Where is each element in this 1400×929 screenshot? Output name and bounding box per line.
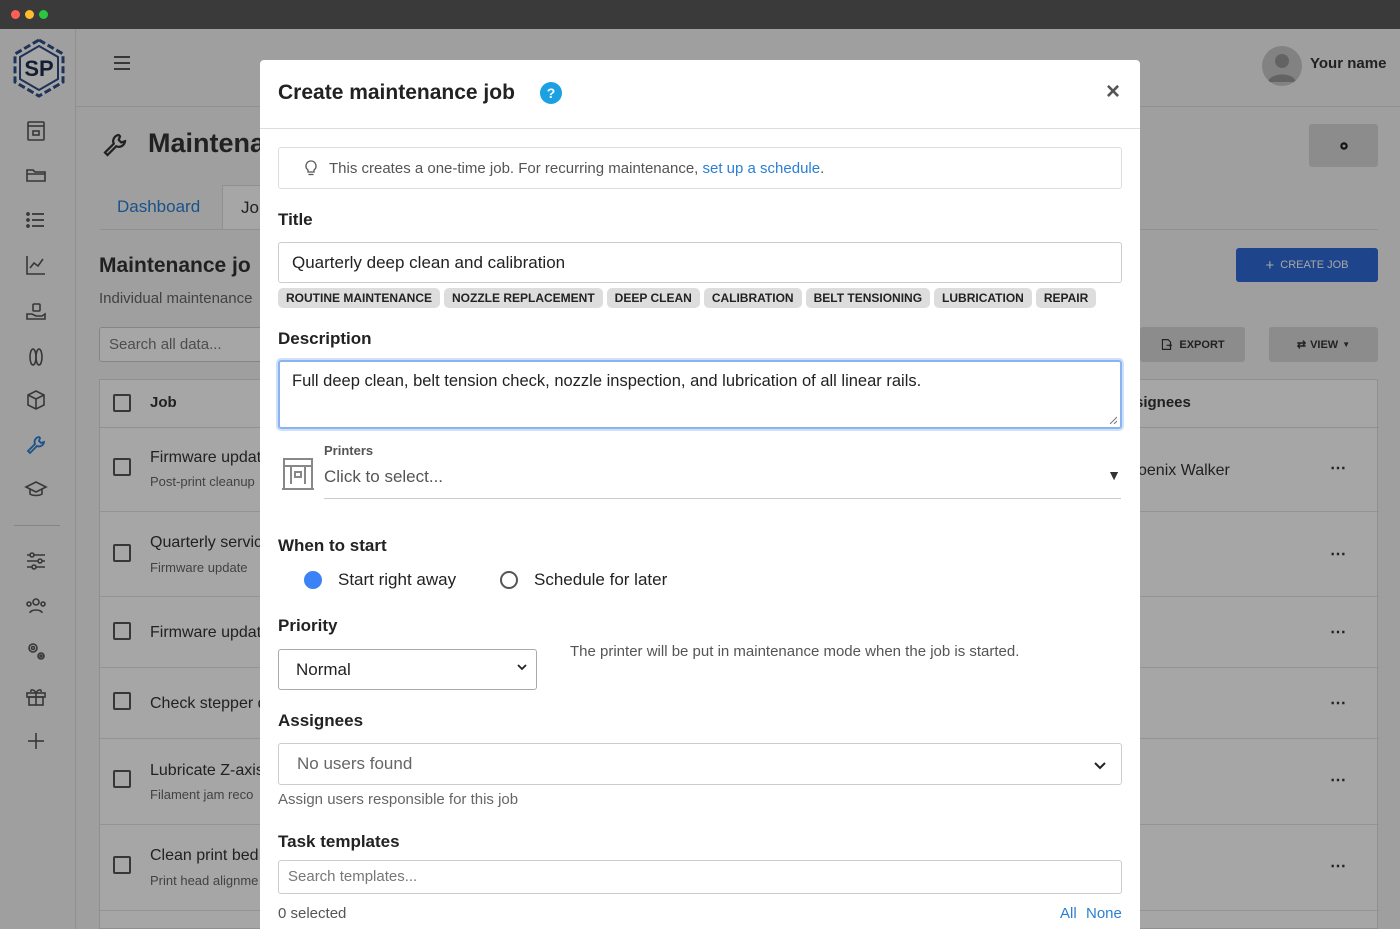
description-textarea[interactable]: Full deep clean, belt tension check, noz… [278, 360, 1122, 429]
assignees-value: No users found [297, 754, 413, 773]
selected-count: 0 selected [278, 905, 347, 922]
chevron-down-icon [1094, 762, 1106, 770]
info-text: This creates a one-time job. For recurri… [329, 160, 825, 177]
radio-start-now-label: Start right away [338, 570, 457, 589]
assignees-label: Assignees [278, 711, 364, 730]
create-job-modal: Create maintenance job ? × This creates … [260, 60, 1140, 929]
printers-label: Printers [324, 443, 374, 458]
title-input[interactable]: Quarterly deep clean and calibration [278, 242, 1122, 283]
title-label: Title [278, 210, 313, 229]
radio-schedule-later-label: Schedule for later [534, 570, 668, 589]
chip-nozzle-replacement[interactable]: NOZZLE REPLACEMENT [444, 288, 603, 308]
chip-routine-maintenance[interactable]: ROUTINE MAINTENANCE [278, 288, 440, 308]
printer-icon [282, 458, 314, 490]
chip-lubrication[interactable]: LUBRICATION [934, 288, 1032, 308]
chip-belt-tensioning[interactable]: BELT TENSIONING [805, 288, 931, 308]
modal-title: Create maintenance job [278, 81, 515, 104]
schedule-link[interactable]: set up a schedule [703, 160, 821, 177]
radio-schedule-later[interactable]: Schedule for later [500, 570, 667, 590]
chip-deep-clean[interactable]: DEEP CLEAN [606, 288, 700, 308]
assignees-select[interactable]: No users found [278, 743, 1122, 785]
priority-note: The printer will be put in maintenance m… [570, 643, 1020, 660]
lightbulb-icon [305, 160, 317, 176]
select-all-link[interactable]: All [1060, 905, 1077, 922]
printers-placeholder: Click to select... [324, 467, 444, 486]
minimize-window-button[interactable] [25, 10, 34, 19]
radio-button-unchecked[interactable] [500, 571, 518, 589]
chip-calibration[interactable]: CALIBRATION [703, 288, 802, 308]
priority-label: Priority [278, 616, 338, 635]
info-box: This creates a one-time job. For recurri… [278, 147, 1122, 189]
description-label: Description [278, 329, 372, 348]
printers-select[interactable]: Click to select... ▼ [324, 465, 1121, 499]
task-templates-label: Task templates [278, 832, 400, 851]
title-suggestions: ROUTINE MAINTENANCE NOZZLE REPLACEMENT D… [278, 288, 1097, 308]
chevron-down-icon [517, 664, 527, 671]
radio-button-checked[interactable] [304, 571, 322, 589]
maximize-window-button[interactable] [39, 10, 48, 19]
templates-search-input[interactable]: Search templates... [278, 860, 1122, 894]
priority-select[interactable]: Normal [278, 649, 537, 690]
radio-start-now[interactable]: Start right away [304, 570, 456, 590]
when-to-start-label: When to start [278, 536, 387, 555]
help-icon[interactable]: ? [540, 82, 562, 104]
modal-header: Create maintenance job ? × [260, 60, 1140, 129]
close-icon[interactable]: × [1106, 78, 1120, 106]
caret-down-icon: ▼ [1107, 467, 1121, 483]
priority-value: Normal [296, 660, 351, 679]
assignees-help: Assign users responsible for this job [278, 791, 519, 808]
window-titlebar [0, 0, 1400, 29]
close-window-button[interactable] [11, 10, 20, 19]
chip-repair[interactable]: REPAIR [1035, 288, 1097, 308]
description-text: Full deep clean, belt tension check, noz… [292, 372, 922, 390]
resize-handle-icon[interactable] [1109, 416, 1117, 424]
select-none-link[interactable]: None [1086, 905, 1122, 922]
